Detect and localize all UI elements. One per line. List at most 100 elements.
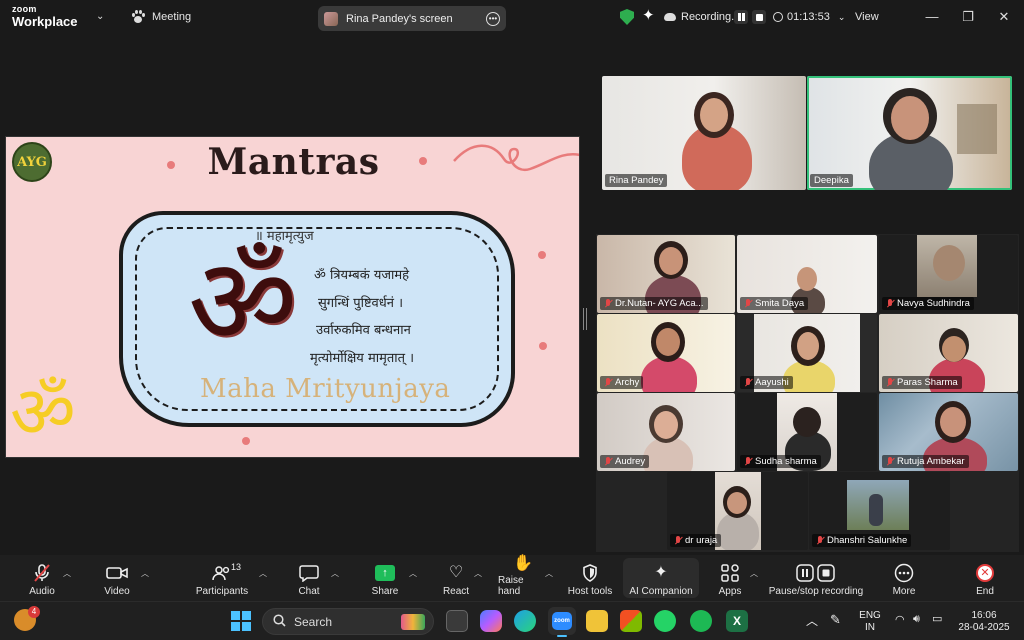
minimize-icon[interactable]: — <box>922 8 942 26</box>
excel-icon[interactable]: X <box>726 610 748 632</box>
brand-top: zoom <box>12 4 37 14</box>
view-button[interactable]: View <box>855 11 879 23</box>
participant-name: Deepika <box>810 174 853 187</box>
om-symbol: ॐ <box>188 233 298 372</box>
participants-label: Participants <box>195 586 249 597</box>
raise-hand-button[interactable]: ✋ Raise hand <box>498 555 548 601</box>
pause-recording-icon[interactable] <box>734 10 748 24</box>
host-tools-button[interactable]: Host tools <box>565 555 615 601</box>
video-tile-active-speaker[interactable]: Deepika <box>807 76 1012 190</box>
chat-button[interactable]: Chat <box>294 555 324 601</box>
spotify-icon[interactable] <box>690 610 712 632</box>
title-bar: zoom Workplace ⌄ Meeting Rina Pandey's s… <box>0 0 1024 36</box>
taskbar-search[interactable]: Search <box>262 608 434 635</box>
widgets-icon[interactable]: 4 <box>14 606 40 631</box>
chevron-up-icon[interactable]: ︿ <box>259 568 267 579</box>
video-tile[interactable]: Paras Sharma <box>879 314 1018 392</box>
participant-name: Dr.Nutan- AYG Aca... <box>600 297 708 310</box>
decorative-dot <box>419 157 427 165</box>
share-button[interactable]: ↑ Share <box>369 555 401 601</box>
participant-name: Aayushi <box>740 376 793 389</box>
share-screen-pill[interactable]: Rina Pandey's screen ••• <box>318 6 506 31</box>
video-tile[interactable]: Aayushi <box>737 314 877 392</box>
ai-companion-button[interactable]: ✦ AI Companion <box>623 555 699 601</box>
video-tile[interactable]: Rutuja Ambekar <box>879 393 1018 471</box>
search-placeholder: Search <box>294 614 333 629</box>
participant-face <box>891 96 929 140</box>
clock-date: 28-04-2025 <box>958 622 1010 633</box>
video-camera-icon <box>106 563 128 583</box>
video-tile[interactable]: Rina Pandey <box>602 76 806 190</box>
chevron-up-icon[interactable]: ︿ <box>750 568 758 579</box>
brand-bottom: Workplace <box>12 14 78 29</box>
edge-icon[interactable] <box>514 610 536 632</box>
video-label: Video <box>104 586 130 597</box>
apps-button[interactable]: Apps <box>715 555 745 601</box>
volume-icon[interactable]: 🔊︎ <box>913 613 920 626</box>
video-tile[interactable]: Sudha sharma <box>737 393 877 471</box>
chevron-up-icon[interactable]: ︿ <box>806 614 818 628</box>
video-tile[interactable]: Archy <box>597 314 735 392</box>
task-view-icon[interactable] <box>446 610 468 632</box>
chevron-up-icon[interactable]: ︿ <box>331 568 339 579</box>
chat-icon <box>298 563 320 583</box>
language-code: ENG <box>859 610 881 621</box>
chevron-up-icon[interactable]: ︿ <box>474 568 482 579</box>
pen-icon[interactable]: ✎ <box>830 612 841 628</box>
shield-icon[interactable] <box>620 9 634 25</box>
copilot-icon[interactable] <box>480 610 502 632</box>
end-meeting-button[interactable]: ✕ End <box>970 555 1000 601</box>
file-explorer-icon[interactable] <box>586 610 608 632</box>
participant-silhouette <box>869 494 883 526</box>
chevron-up-icon[interactable]: ︿ <box>409 568 417 579</box>
meeting-label: Meeting <box>152 11 192 23</box>
whatsapp-icon[interactable] <box>654 610 676 632</box>
background-shelf <box>957 104 997 154</box>
participants-button[interactable]: 13 Participants <box>193 555 251 601</box>
chevron-down-icon[interactable]: ⌄ <box>838 12 846 23</box>
video-tile[interactable]: Smita Daya <box>737 235 877 313</box>
video-tile[interactable]: Dr.Nutan- AYG Aca... <box>597 235 735 313</box>
wifi-icon[interactable]: ◠ <box>895 614 905 627</box>
audio-button[interactable]: Audio <box>24 555 60 601</box>
pause-stop-recording-button[interactable]: Pause/stop recording <box>766 555 866 601</box>
restore-icon[interactable]: ❐ <box>958 8 978 26</box>
chevron-up-icon[interactable]: ︿ <box>545 568 553 579</box>
language-indicator[interactable]: ENG IN <box>856 610 884 634</box>
split-resize-handle[interactable] <box>583 308 587 330</box>
om-decoration: ॐ <box>10 370 76 454</box>
react-button[interactable]: ♡ React <box>441 555 471 601</box>
windows-start-icon[interactable] <box>230 610 252 632</box>
participant-name: Audrey <box>600 455 650 468</box>
ai-sparkle-icon: ✦ <box>654 564 668 581</box>
more-label: More <box>892 586 916 597</box>
meeting-button[interactable]: Meeting <box>131 10 191 24</box>
ai-sparkle-icon[interactable]: ✦ <box>642 8 655 23</box>
mantra-line: मृत्योर्मोक्षिय मामृतात् । <box>310 351 415 366</box>
more-options-icon[interactable]: ••• <box>486 11 500 26</box>
video-tile[interactable]: dr uraja <box>667 472 808 550</box>
zoom-logo[interactable]: zoom Workplace <box>12 4 78 29</box>
chevron-up-icon[interactable]: ︿ <box>141 568 149 579</box>
participants-count: 13 <box>231 562 242 572</box>
more-options-icon <box>893 563 915 583</box>
chevron-up-icon[interactable]: ︿ <box>63 568 71 579</box>
end-label: End <box>976 586 994 597</box>
microsoft-store-icon[interactable] <box>620 610 642 632</box>
video-button[interactable]: Video <box>99 555 135 601</box>
taskbar-clock[interactable]: 16:06 28-04-2025 <box>954 610 1014 634</box>
more-button[interactable]: More <box>888 555 920 601</box>
close-icon[interactable]: ✕ <box>994 8 1014 26</box>
decorative-dot <box>242 437 250 445</box>
participant-face <box>942 336 966 362</box>
battery-icon[interactable]: ▭ <box>932 613 942 626</box>
stop-recording-icon[interactable] <box>752 10 766 24</box>
audio-label: Audio <box>29 586 55 597</box>
video-tile[interactable]: Audrey <box>597 393 735 471</box>
video-tile[interactable]: Dhanshri Salunkhe <box>809 472 950 550</box>
video-tile[interactable]: Navya Sudhindra <box>879 235 1018 313</box>
chevron-down-icon[interactable]: ⌄ <box>96 11 104 22</box>
zoom-taskbar-icon[interactable]: zoom <box>548 607 576 637</box>
meeting-toolbar: Audio ︿ Video ︿ 13 Participants ︿ Chat ︿… <box>0 555 1024 601</box>
participant-name: Dhanshri Salunkhe <box>812 534 912 547</box>
